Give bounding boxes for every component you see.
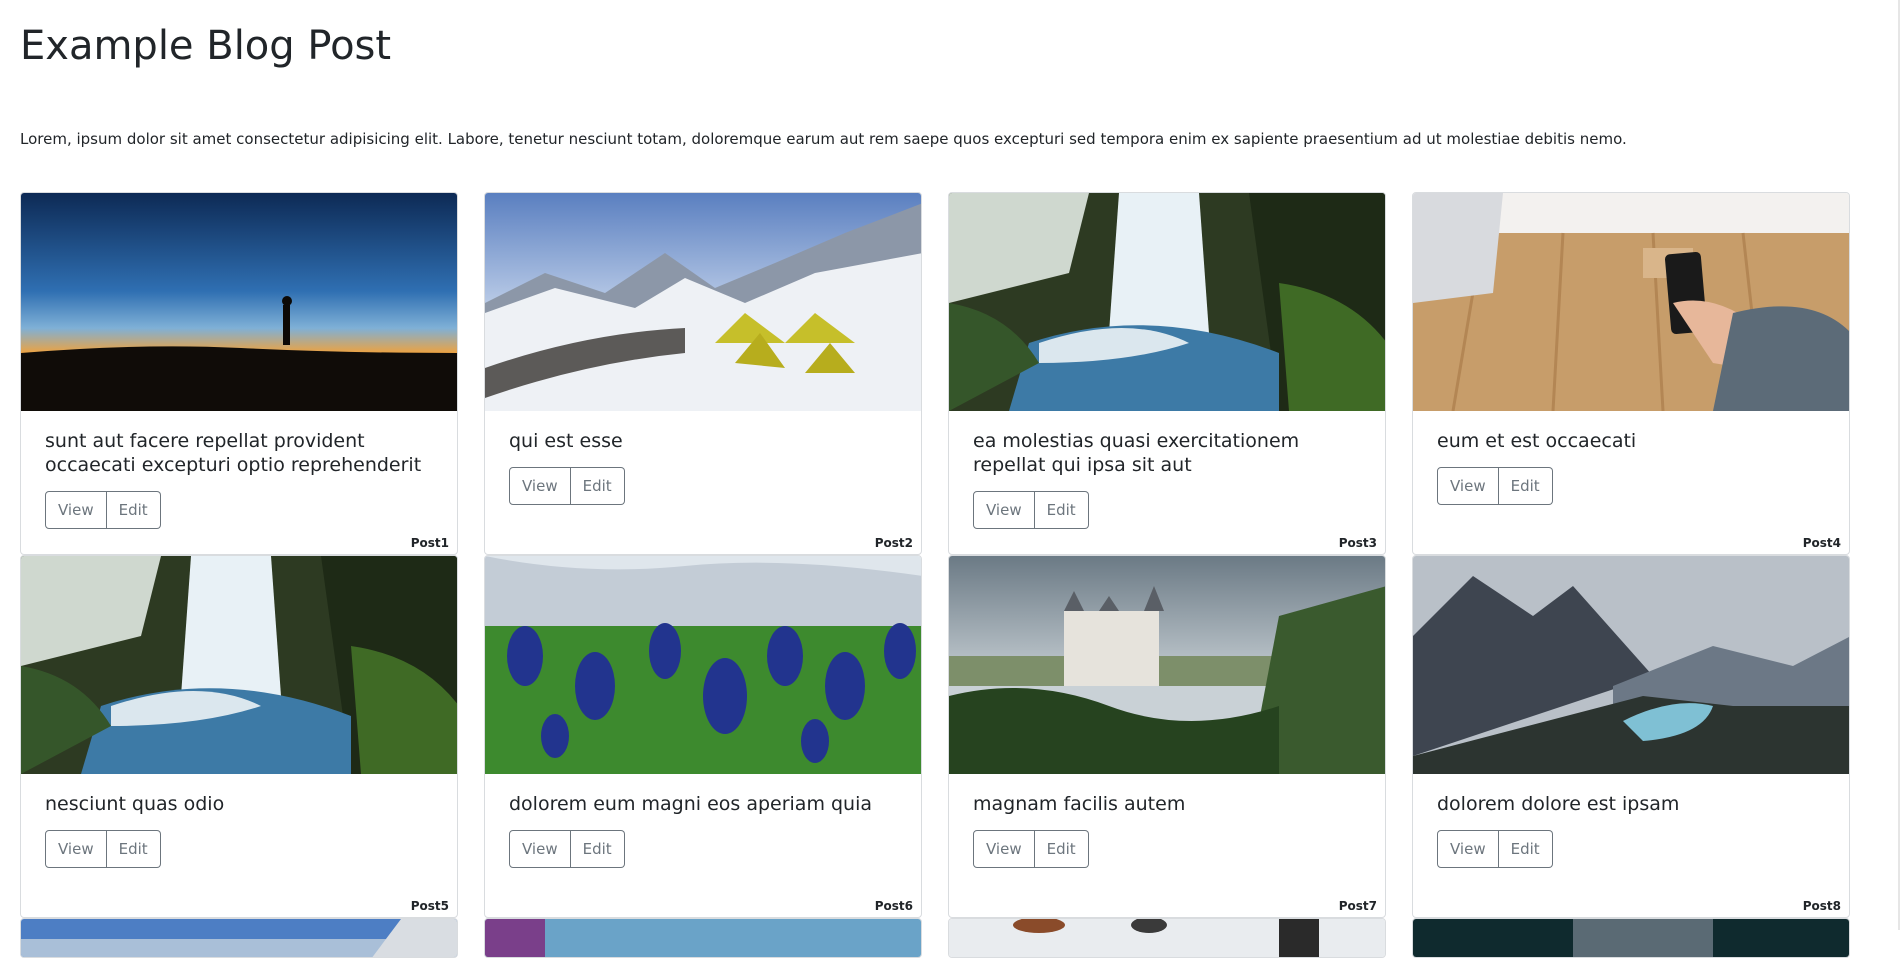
- post-card: qui est esse View Edit Post2: [484, 192, 922, 555]
- post-image-waterfall: [949, 193, 1385, 411]
- post-image-mountain-lake: [1413, 556, 1849, 774]
- edit-button[interactable]: Edit: [1034, 830, 1089, 868]
- view-button[interactable]: View: [45, 491, 107, 529]
- edit-button[interactable]: Edit: [570, 830, 625, 868]
- post-actions: View Edit: [1437, 467, 1553, 505]
- intro-paragraph: Lorem, ipsum dolor sit amet consectetur …: [20, 130, 1627, 148]
- post-card: sunt aut facere repellat provident occae…: [20, 192, 458, 555]
- view-button[interactable]: View: [973, 830, 1035, 868]
- blog-page: Example Blog Post Lorem, ipsum dolor sit…: [0, 0, 1900, 958]
- edit-button[interactable]: Edit: [1498, 467, 1553, 505]
- post-image-mountain-sky: [21, 919, 457, 957]
- view-button[interactable]: View: [45, 830, 107, 868]
- post-actions: View Edit: [1437, 830, 1553, 868]
- post-image-rainbow-sky: [485, 919, 921, 957]
- post-tag: Post6: [874, 899, 913, 913]
- post-actions: View Edit: [973, 830, 1089, 868]
- edit-button[interactable]: Edit: [570, 467, 625, 505]
- post-card: dolorem eum magni eos aperiam quia View …: [484, 555, 922, 918]
- post-title: ea molestias quasi exercitationem repell…: [973, 430, 1300, 476]
- post-card-partial: [1412, 918, 1850, 958]
- post-image-silhouette-sunset: [21, 193, 457, 411]
- post-actions: View Edit: [509, 467, 625, 505]
- view-button[interactable]: View: [1437, 467, 1499, 505]
- view-button[interactable]: View: [509, 830, 571, 868]
- post-tag: Post8: [1802, 899, 1841, 913]
- post-card: dolorem dolore est ipsam View Edit Post8: [1412, 555, 1850, 918]
- edit-button[interactable]: Edit: [106, 830, 161, 868]
- post-card-partial: [484, 918, 922, 958]
- post-actions: View Edit: [45, 491, 161, 529]
- post-image-castle-forest: [949, 556, 1385, 774]
- post-title: eum et est occaecati: [1437, 430, 1637, 452]
- post-actions: View Edit: [973, 491, 1089, 529]
- post-card: ea molestias quasi exercitationem repell…: [948, 192, 1386, 555]
- view-button[interactable]: View: [1437, 830, 1499, 868]
- post-card: nesciunt quas odio View Edit Post5: [20, 555, 458, 918]
- post-image-waterfall: [21, 556, 457, 774]
- post-tag: Post2: [874, 536, 913, 550]
- post-title: dolorem eum magni eos aperiam quia: [509, 793, 873, 815]
- post-title: qui est esse: [509, 430, 623, 452]
- post-tag: Post3: [1338, 536, 1377, 550]
- page-title: Example Blog Post: [20, 23, 392, 69]
- post-title: dolorem dolore est ipsam: [1437, 793, 1680, 815]
- post-title: magnam facilis autem: [973, 793, 1186, 815]
- post-tag: Post4: [1802, 536, 1841, 550]
- post-image-cafe-interior: [949, 919, 1385, 957]
- post-tag: Post5: [410, 899, 449, 913]
- post-image-hand-phone-table: [1413, 193, 1849, 411]
- post-actions: View Edit: [509, 830, 625, 868]
- post-card-partial: [948, 918, 1386, 958]
- post-title: sunt aut facere repellat provident occae…: [45, 430, 422, 476]
- post-card: eum et est occaecati View Edit Post4: [1412, 192, 1850, 555]
- view-button[interactable]: View: [509, 467, 571, 505]
- edit-button[interactable]: Edit: [1498, 830, 1553, 868]
- edit-button[interactable]: Edit: [1034, 491, 1089, 529]
- post-card: magnam facilis autem View Edit Post7: [948, 555, 1386, 918]
- view-button[interactable]: View: [973, 491, 1035, 529]
- post-image-dark-tunnel: [1413, 919, 1849, 957]
- post-actions: View Edit: [45, 830, 161, 868]
- post-image-snowy-mountain-tents: [485, 193, 921, 411]
- post-title: nesciunt quas odio: [45, 793, 225, 815]
- post-tag: Post1: [410, 536, 449, 550]
- post-image-bluebonnet-flowers: [485, 556, 921, 774]
- post-grid: sunt aut facere repellat provident occae…: [20, 192, 1850, 958]
- post-tag: Post7: [1338, 899, 1377, 913]
- edit-button[interactable]: Edit: [106, 491, 161, 529]
- post-card-partial: [20, 918, 458, 958]
